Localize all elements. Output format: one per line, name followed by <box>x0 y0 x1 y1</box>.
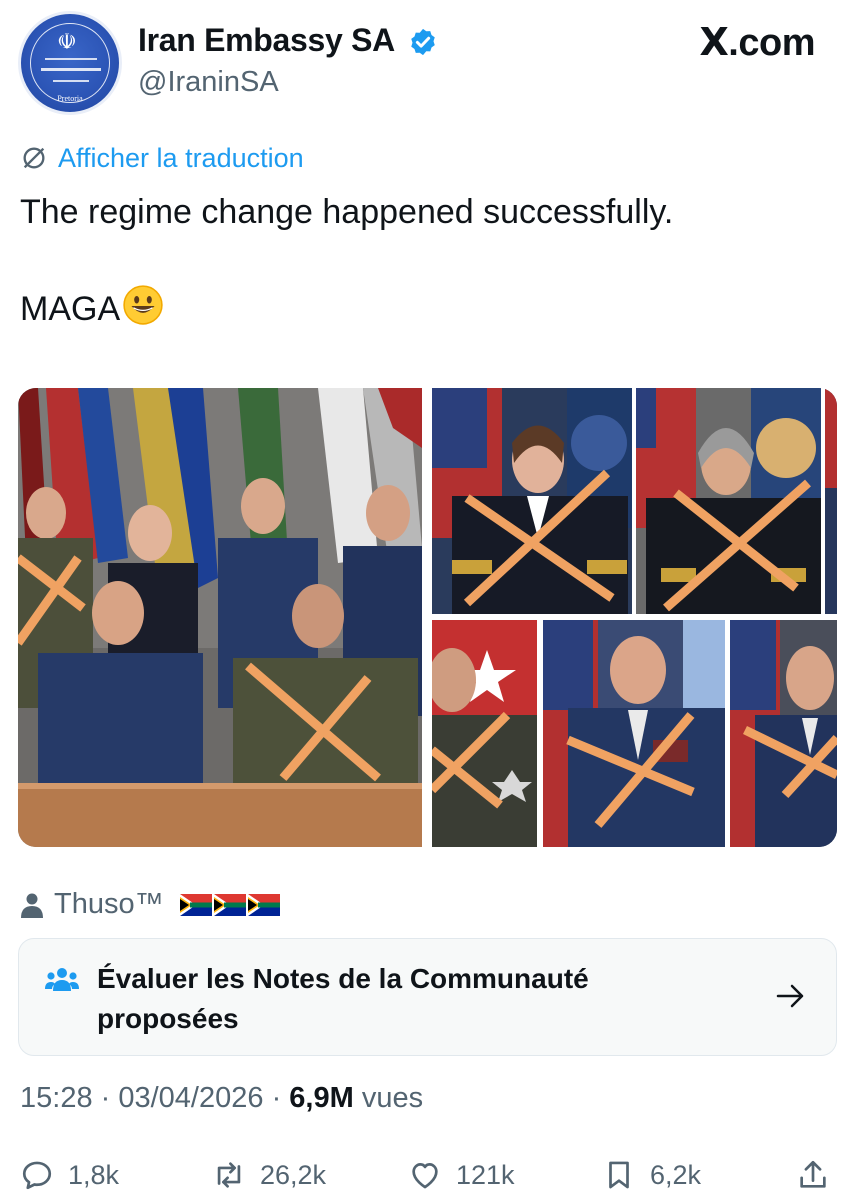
arrow-right-icon[interactable] <box>776 983 806 1009</box>
avatar[interactable]: ☫ Pretoria <box>18 11 122 115</box>
media-grid[interactable] <box>18 388 837 847</box>
group-photo-image <box>18 388 422 847</box>
repost-count: 26,2k <box>260 1159 327 1190</box>
note-author-row[interactable]: Thuso™ <box>20 888 280 921</box>
reply-icon <box>22 1161 52 1190</box>
action-bar: 1,8k 26,2k 121k 6,2k <box>0 1150 855 1200</box>
handle[interactable]: @IraninSA <box>138 66 279 99</box>
avatar-caption: Pretoria <box>57 94 83 103</box>
portrait-1[interactable] <box>432 388 632 614</box>
tweet-time[interactable]: 15:28 <box>20 1082 93 1114</box>
tweet-body: The regime change happened successfully.… <box>20 193 674 328</box>
grinning-face-icon <box>123 285 163 325</box>
translate-label[interactable]: Afficher la traduction <box>58 143 304 174</box>
portrait-3[interactable] <box>432 620 537 847</box>
reply-count: 1,8k <box>68 1159 120 1190</box>
translate-link[interactable]: Afficher la traduction <box>20 140 304 176</box>
views-count: 6,9M <box>289 1082 354 1114</box>
translate-icon <box>23 147 45 169</box>
like-count: 121k <box>456 1159 515 1190</box>
community-notes-icon <box>45 968 79 991</box>
portrait-5-image <box>730 620 837 847</box>
verified-badge-icon <box>411 28 435 56</box>
portrait-2[interactable] <box>636 388 821 614</box>
portrait-3-image <box>432 620 537 847</box>
tweet-text: The regime change happened successfully.… <box>20 188 840 333</box>
portrait-edge-1[interactable] <box>825 388 837 614</box>
reply-button[interactable]: 1,8k <box>20 1150 119 1200</box>
bookmark-button[interactable]: 6,2k <box>602 1150 701 1200</box>
portrait-4[interactable] <box>543 620 725 847</box>
south-africa-flag-icon <box>213 893 246 916</box>
south-africa-flag-icon <box>247 893 280 916</box>
display-name[interactable]: Iran Embassy SA <box>138 22 395 59</box>
heart-icon <box>412 1163 438 1189</box>
x-logo-icon: X <box>699 20 729 64</box>
community-notes-label[interactable]: Évaluer les Notes de la Communauté propo… <box>97 959 717 1039</box>
note-author-name[interactable]: Thuso™ <box>54 888 164 921</box>
emblem-icon: ☫ <box>57 30 77 55</box>
south-africa-flag-icon <box>179 893 212 916</box>
repost-icon <box>217 1162 241 1188</box>
tweet-date[interactable]: 03/04/2026 <box>118 1082 263 1114</box>
bookmark-icon <box>609 1161 629 1189</box>
portrait-4-image <box>543 620 725 847</box>
flag-group <box>179 893 280 916</box>
portrait-5[interactable] <box>730 620 837 847</box>
share-icon <box>800 1160 826 1188</box>
person-icon <box>21 893 43 918</box>
site-label: X.com <box>699 20 815 64</box>
tweet-meta: 15:28 · 03/04/2026 · 6,9M vues <box>20 1082 424 1114</box>
views-label: vues <box>361 1082 424 1114</box>
bookmark-count: 6,2k <box>650 1159 702 1190</box>
community-notes-card[interactable]: Évaluer les Notes de la Communauté propo… <box>18 938 837 1056</box>
share-button[interactable] <box>796 1150 830 1200</box>
like-button[interactable]: 121k <box>408 1150 515 1200</box>
portrait-2-image <box>636 388 821 614</box>
group-photo[interactable] <box>18 388 422 847</box>
repost-button[interactable]: 26,2k <box>212 1150 326 1200</box>
portrait-1-image <box>432 388 632 614</box>
tweet-header: ☫ Pretoria Iran Embassy SA @IraninSA X.c… <box>0 0 855 130</box>
